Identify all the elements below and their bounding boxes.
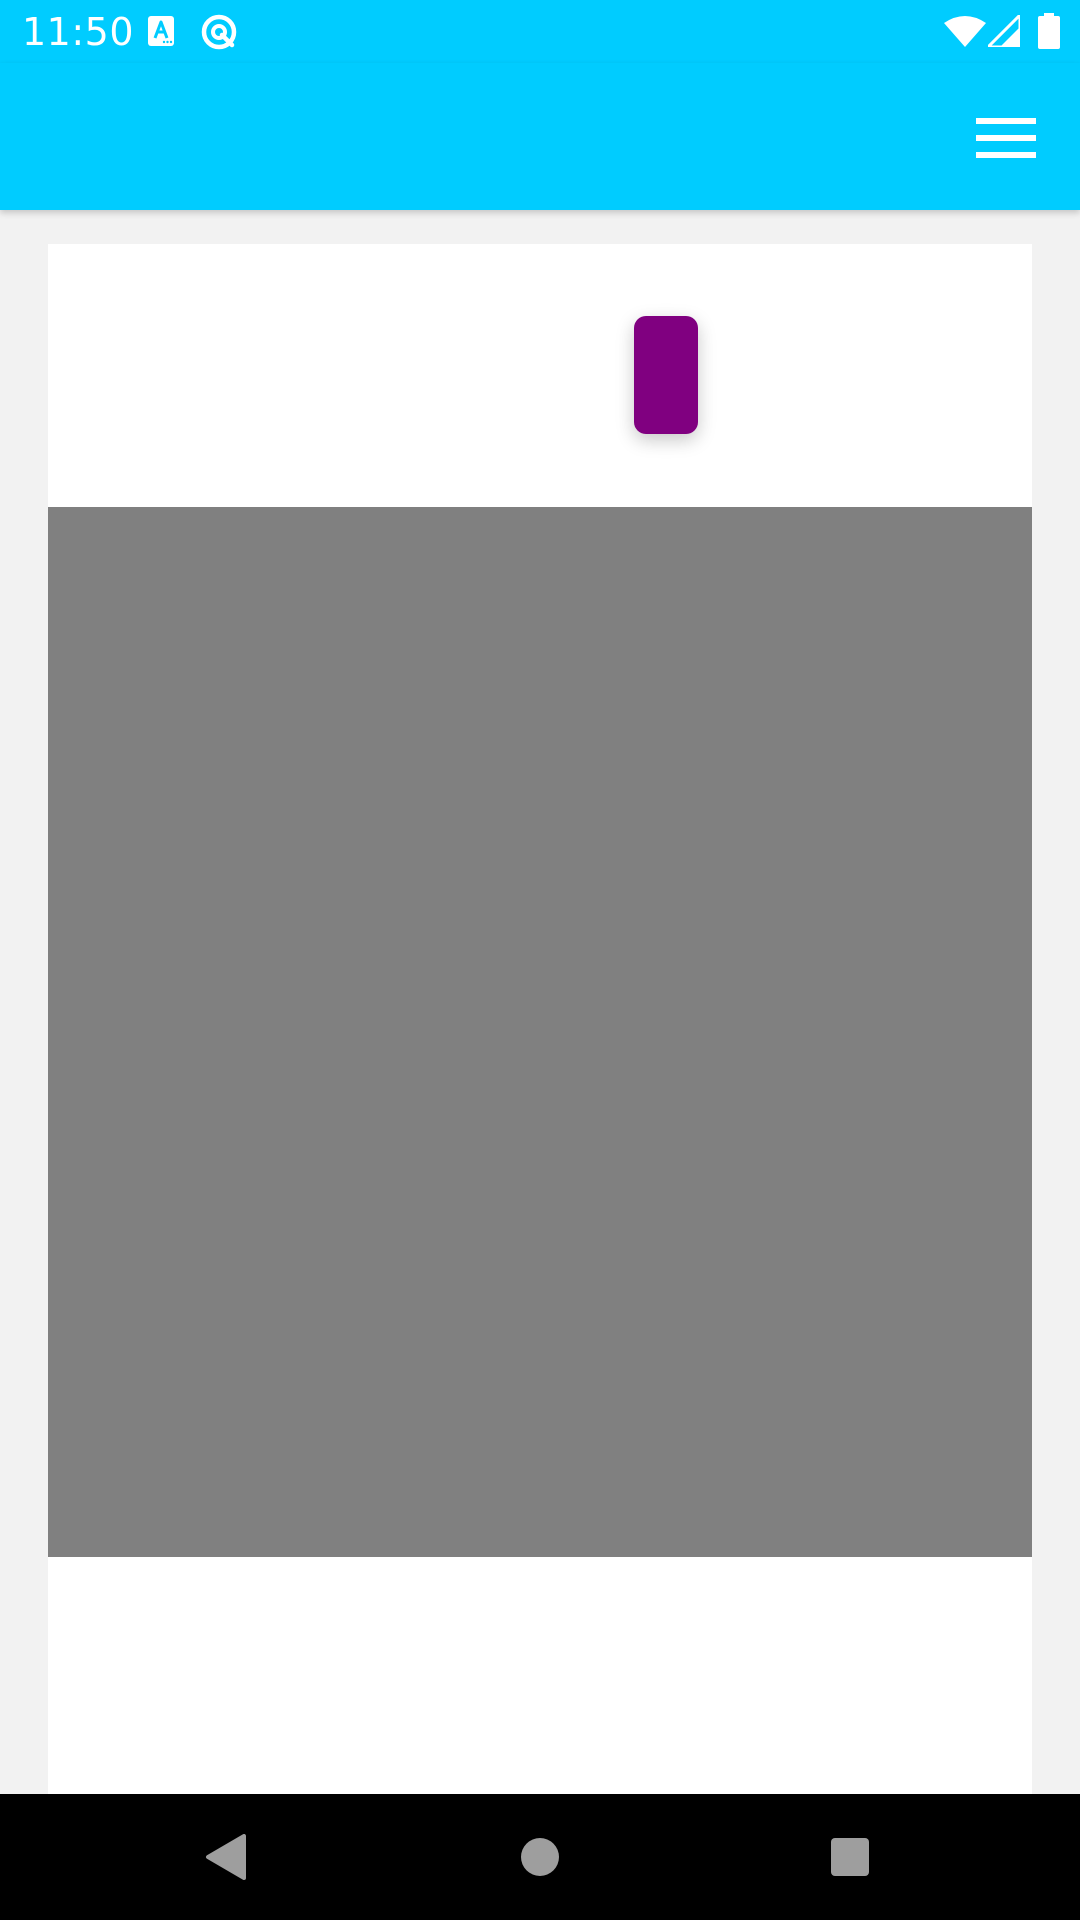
navigation-bar xyxy=(0,1794,1080,1920)
recents-button[interactable] xyxy=(810,1822,890,1892)
wifi-icon xyxy=(944,16,986,47)
home-button[interactable] xyxy=(500,1822,580,1892)
battery-icon xyxy=(1038,13,1060,49)
back-icon xyxy=(206,1834,246,1880)
gray-content-panel xyxy=(48,507,1032,1557)
app-bar xyxy=(0,63,1080,210)
menu-button[interactable] xyxy=(966,108,1046,168)
status-bar: 11:50 xyxy=(0,0,1080,63)
recents-icon xyxy=(831,1838,869,1876)
purple-action-button[interactable] xyxy=(634,316,698,434)
status-time: 11:50 xyxy=(22,10,135,54)
sync-circle-icon xyxy=(201,14,237,50)
back-button[interactable] xyxy=(186,1822,266,1892)
translate-app-icon xyxy=(148,16,174,46)
hamburger-menu-icon xyxy=(966,108,1046,168)
home-icon xyxy=(521,1838,559,1876)
cell-signal-icon xyxy=(988,15,1020,47)
content-card xyxy=(48,244,1032,1794)
